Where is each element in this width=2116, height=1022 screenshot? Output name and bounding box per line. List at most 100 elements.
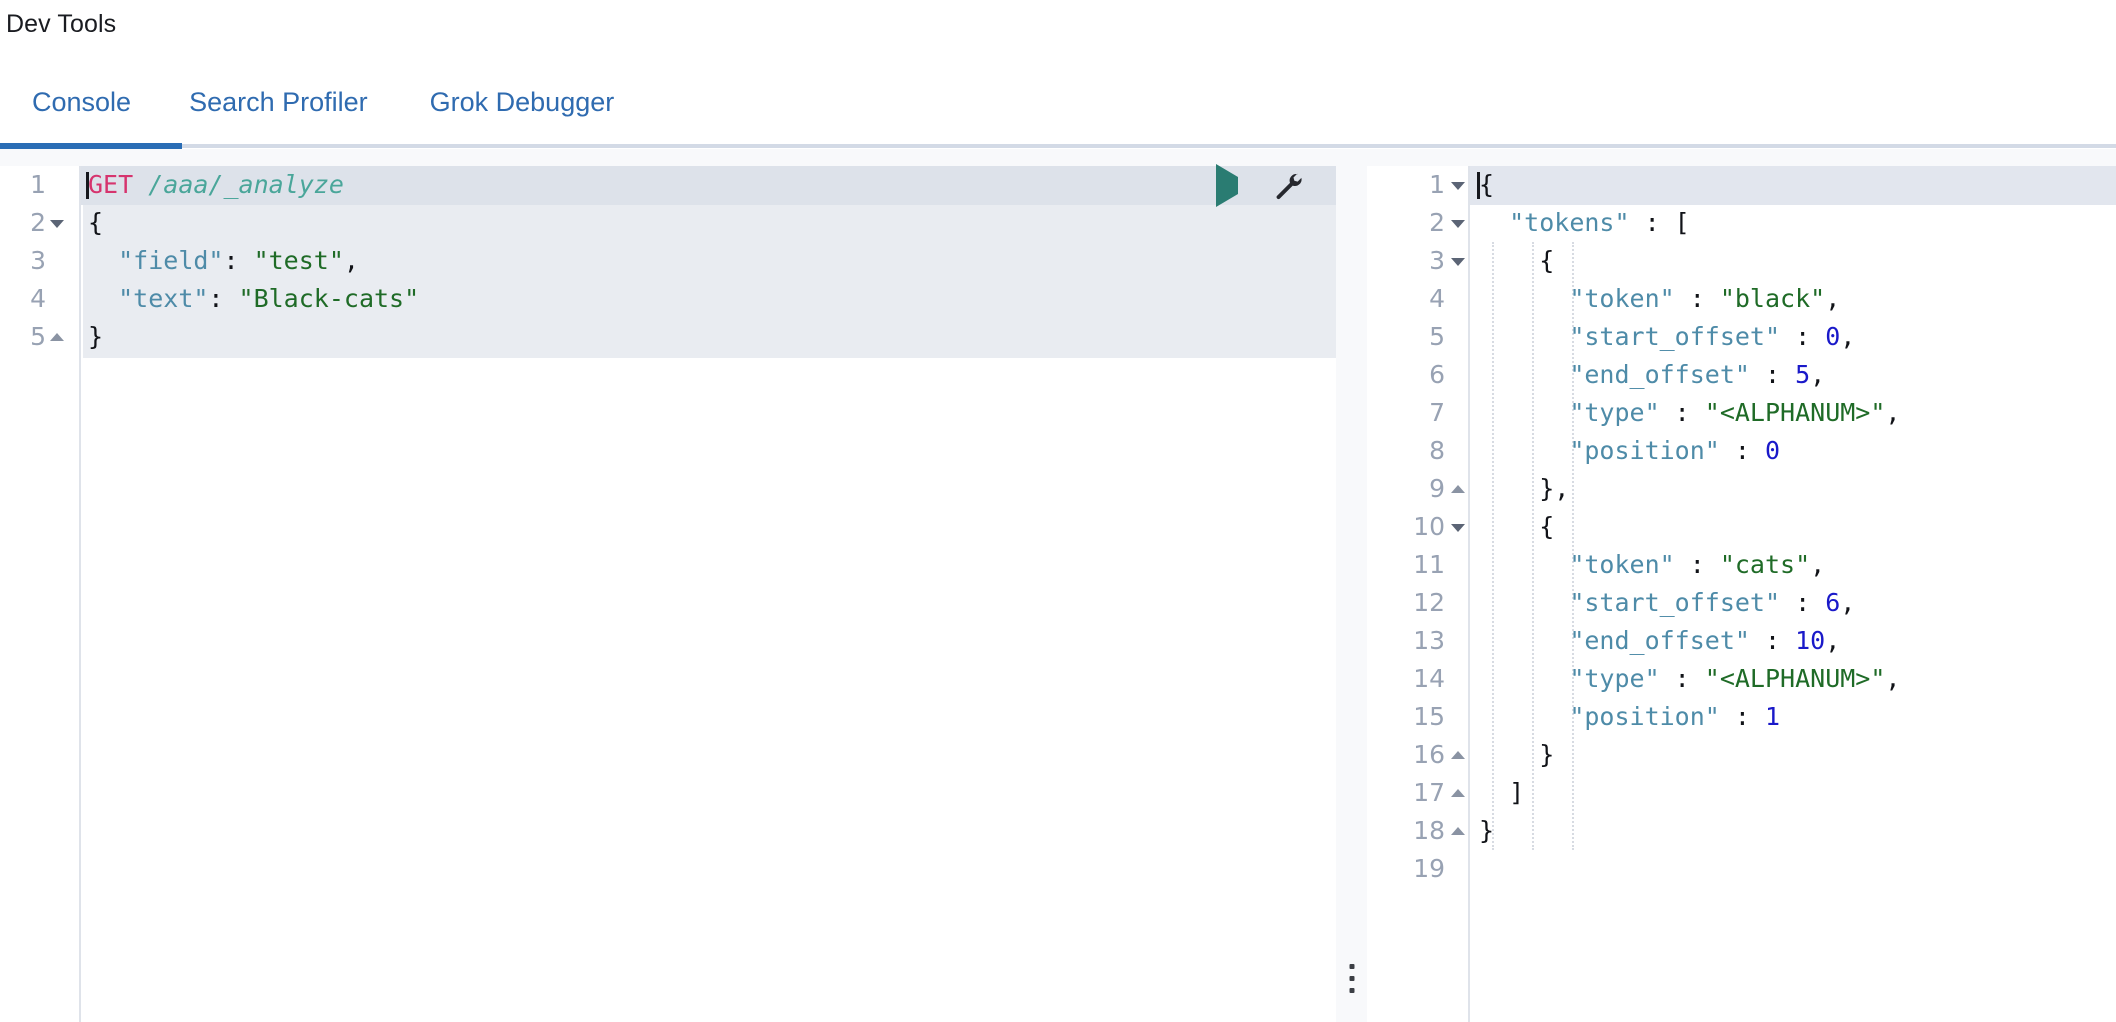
- code-token: "<ALPHANUM>": [1704, 398, 1886, 427]
- fold-chevron-down-icon[interactable]: [50, 220, 64, 228]
- code-line[interactable]: {: [83, 204, 1336, 242]
- code-line[interactable]: "end_offset" : 5,: [1472, 356, 2116, 394]
- fold-chevron-up-icon[interactable]: [1451, 485, 1465, 493]
- request-gutter[interactable]: 1 2 3 4 5: [0, 166, 81, 1022]
- response-gutter[interactable]: 1 2 3 4 5 6 7 8 9 10 11 12 13 14 15 16 17 18 19: [1367, 166, 1470, 1022]
- code-line[interactable]: "type" : "<ALPHANUM>",: [1472, 394, 2116, 432]
- code-token: 5: [1795, 360, 1811, 389]
- fold-chevron-up-icon[interactable]: [1451, 751, 1465, 759]
- code-token: "field": [118, 246, 224, 275]
- code-line[interactable]: }: [83, 318, 1336, 356]
- tab-console[interactable]: Console: [32, 75, 131, 116]
- code-line[interactable]: [1472, 850, 2116, 888]
- code-token: ,: [1885, 398, 1901, 427]
- code-line[interactable]: },: [1472, 470, 2116, 508]
- gutter-row: 3: [1367, 242, 1468, 280]
- gutter-row: 1: [1367, 166, 1468, 204]
- code-line[interactable]: "position" : 1: [1472, 698, 2116, 736]
- response-editor[interactable]: 1 2 3 4 5 6 7 8 9 10 11 12 13 14 15 16 17 18 19 { "tokens"…: [1367, 166, 2116, 1022]
- code-line[interactable]: }: [1472, 736, 2116, 774]
- fold-chevron-up-icon[interactable]: [50, 333, 64, 341]
- code-token: : [: [1629, 208, 1690, 237]
- tab-grok-debugger[interactable]: Grok Debugger: [430, 75, 615, 116]
- code-token: :: [208, 284, 239, 313]
- line-number: 5: [1429, 322, 1445, 351]
- pane-splitter[interactable]: [1336, 166, 1367, 1022]
- code-line[interactable]: "start_offset" : 0,: [1472, 318, 2116, 356]
- code-token: {: [88, 208, 104, 237]
- code-line[interactable]: "end_offset" : 10,: [1472, 622, 2116, 660]
- code-token: "type": [1569, 398, 1660, 427]
- code-token: 1: [1764, 702, 1781, 731]
- code-line[interactable]: "tokens" : [: [1472, 204, 2116, 242]
- fold-chevron-down-icon[interactable]: [1451, 258, 1465, 266]
- line-number: 7: [1429, 398, 1445, 427]
- text-caret: [1477, 172, 1480, 199]
- code-line[interactable]: "token" : "cats",: [1472, 546, 2116, 584]
- code-line[interactable]: "position" : 0: [1472, 432, 2116, 470]
- line-number: 17: [1413, 778, 1445, 807]
- gutter-row: 2: [0, 204, 79, 242]
- code-line[interactable]: {: [1472, 508, 2116, 546]
- code-token: :: [1674, 284, 1720, 313]
- fold-chevron-down-icon[interactable]: [1451, 220, 1465, 228]
- fold-chevron-down-icon[interactable]: [1451, 524, 1465, 532]
- code-line[interactable]: "start_offset" : 6,: [1472, 584, 2116, 622]
- gutter-row: 5: [0, 318, 79, 356]
- line-number: 1: [1429, 170, 1445, 199]
- line-number: 16: [1413, 740, 1445, 769]
- code-line[interactable]: GET /aaa/_analyze: [83, 166, 1336, 204]
- code-token: {: [1539, 512, 1555, 541]
- splitter-drag-handle[interactable]: [1349, 964, 1354, 993]
- code-line[interactable]: "field": "test",: [83, 242, 1336, 280]
- subheader-strip: [0, 149, 2116, 166]
- fold-chevron-up-icon[interactable]: [1451, 827, 1465, 835]
- code-token: ,: [1810, 550, 1826, 579]
- code-token: ,: [1810, 360, 1826, 389]
- gutter-row: 19: [1367, 850, 1468, 888]
- code-line[interactable]: }: [1472, 812, 2116, 850]
- tab-list: Console Search Profiler Grok Debugger: [0, 75, 2116, 145]
- code-line[interactable]: "type" : "<ALPHANUM>",: [1472, 660, 2116, 698]
- code-token: "position": [1569, 436, 1720, 465]
- code-token: :: [223, 246, 254, 275]
- line-number: 18: [1413, 816, 1445, 845]
- request-editor[interactable]: 1 2 3 4 5 GET /aaa/_analyze { "field": "test"…: [0, 163, 1336, 1022]
- line-number: 10: [1413, 512, 1445, 541]
- fold-chevron-up-icon[interactable]: [1451, 789, 1465, 797]
- code-token: "token": [1569, 284, 1675, 313]
- gutter-row: 11: [1367, 546, 1468, 584]
- code-token: "Black-cats": [238, 284, 420, 313]
- code-line[interactable]: "token" : "black",: [1472, 280, 2116, 318]
- code-token: "token": [1569, 550, 1675, 579]
- gutter-row: 7: [1367, 394, 1468, 432]
- request-code-area[interactable]: GET /aaa/_analyze { "field": "test", "tex…: [83, 166, 1336, 1022]
- code-token: 0: [1825, 322, 1841, 351]
- line-number: 6: [1429, 360, 1445, 389]
- fold-chevron-down-icon[interactable]: [1451, 182, 1465, 190]
- code-line[interactable]: "text": "Black-cats": [83, 280, 1336, 318]
- code-token: "tokens": [1509, 208, 1630, 237]
- response-code-area[interactable]: { "tokens" : [ { "token" : "black", "sta…: [1472, 166, 2116, 1022]
- line-number: 1: [30, 170, 46, 199]
- line-number: 2: [30, 208, 46, 237]
- line-number: 19: [1413, 854, 1445, 883]
- gutter-row: 16: [1367, 736, 1468, 774]
- line-number: 12: [1413, 588, 1445, 617]
- code-token: :: [1719, 702, 1765, 731]
- code-line[interactable]: {: [1472, 242, 2116, 280]
- gutter-row: 18: [1367, 812, 1468, 850]
- code-token: :: [1674, 550, 1720, 579]
- line-number: 14: [1413, 664, 1445, 693]
- code-line[interactable]: ]: [1472, 774, 2116, 812]
- wrench-icon[interactable]: [1272, 171, 1302, 201]
- code-token: ,: [1840, 322, 1856, 351]
- code-line[interactable]: {: [1472, 166, 2116, 204]
- tab-search-profiler[interactable]: Search Profiler: [189, 75, 368, 116]
